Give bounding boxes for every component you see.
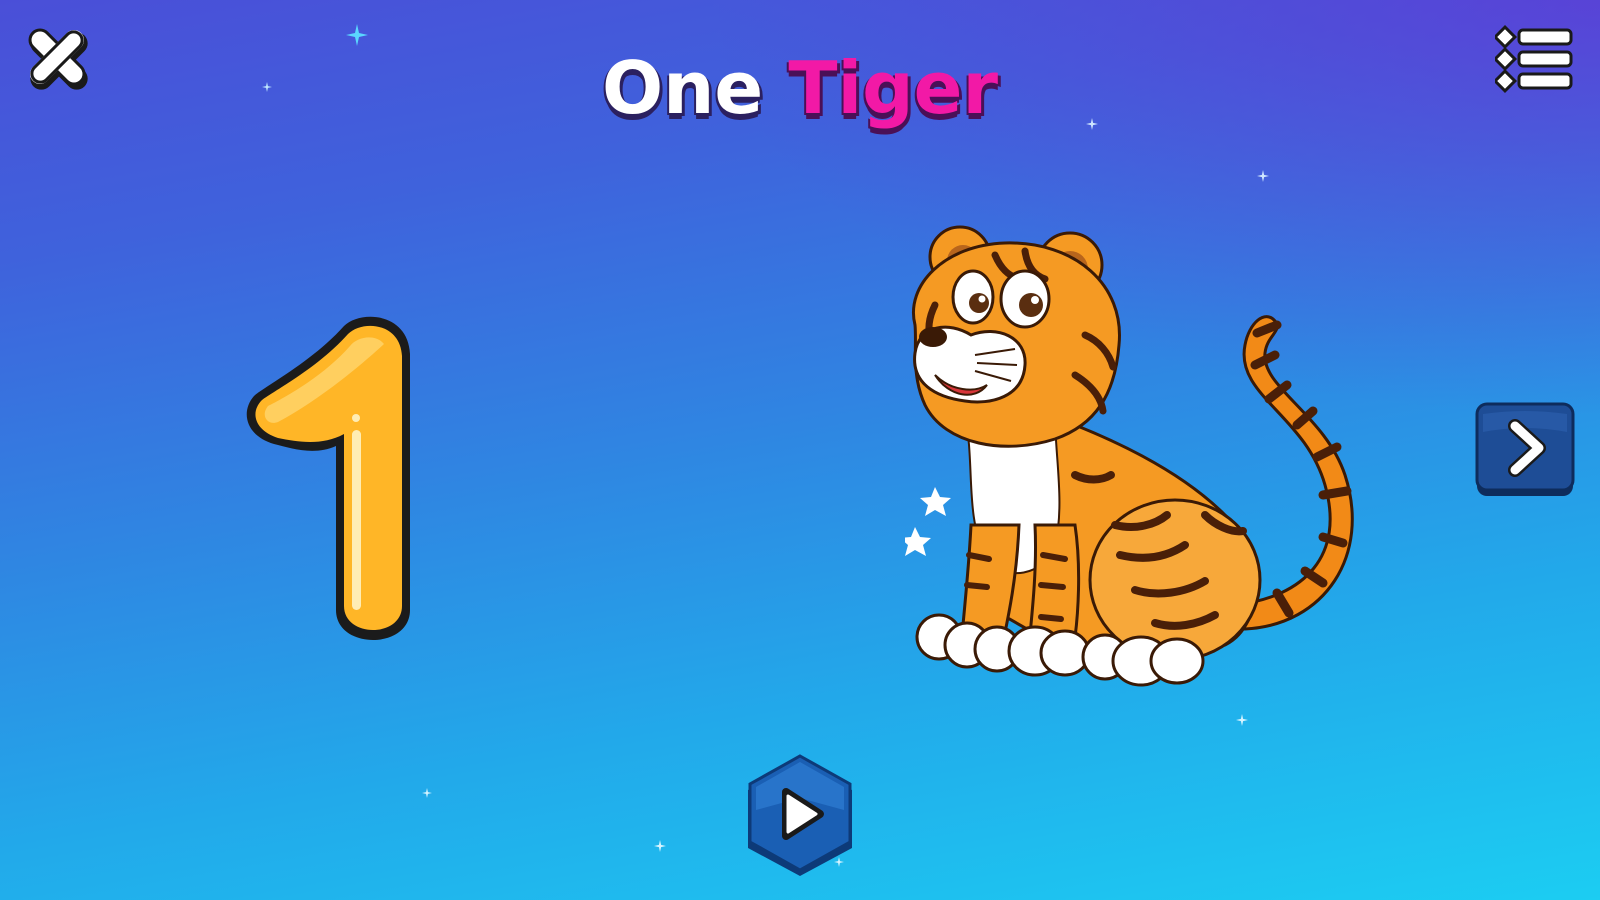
- sparkle-icon: [346, 24, 368, 46]
- page-title: One Tiger: [0, 52, 1600, 124]
- game-screen: One Tiger: [0, 0, 1600, 900]
- star-icon: [905, 527, 931, 556]
- numeral-one: [246, 316, 410, 640]
- title-animal-word: Tiger: [788, 46, 999, 130]
- title-number-word: One: [601, 46, 764, 130]
- sparkle-icon: [422, 788, 432, 798]
- star-icon: [920, 487, 951, 516]
- tiger-illustration: [905, 225, 1354, 687]
- sparkle-icon: [1257, 170, 1269, 182]
- next-button[interactable]: [1475, 402, 1575, 498]
- sparkle-icon: [654, 840, 666, 852]
- play-audio-button[interactable]: [744, 754, 856, 878]
- sparkle-icon: [1236, 714, 1248, 726]
